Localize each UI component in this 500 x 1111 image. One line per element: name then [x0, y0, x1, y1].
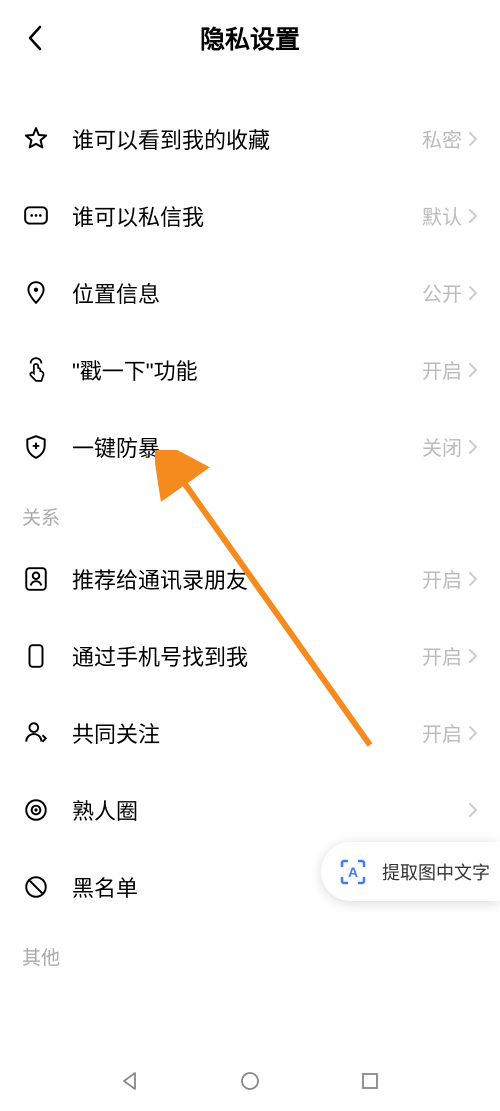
setting-label: 一键防暴	[72, 431, 422, 463]
chevron-right-icon	[468, 725, 478, 741]
setting-location[interactable]: 位置信息 公开	[0, 254, 500, 331]
star-icon	[22, 125, 50, 153]
chevron-right-icon	[468, 648, 478, 664]
svg-text:A: A	[347, 864, 357, 880]
chevron-right-icon	[468, 285, 478, 301]
setting-label: 通过手机号找到我	[72, 640, 422, 672]
section-other: 其他	[0, 925, 500, 980]
setting-label: 共同关注	[72, 717, 422, 749]
setting-label: "戳一下"功能	[72, 354, 422, 386]
chevron-right-icon	[468, 571, 478, 587]
phone-icon	[22, 642, 50, 670]
setting-value: 开启	[422, 641, 462, 670]
setting-favorites-visibility[interactable]: 谁可以看到我的收藏 私密	[0, 100, 500, 177]
setting-label: 推荐给通讯录朋友	[72, 563, 422, 595]
section-relations: 关系	[0, 485, 500, 540]
contact-icon	[22, 565, 50, 593]
back-icon	[27, 25, 43, 51]
nav-home-button[interactable]	[235, 1066, 265, 1096]
location-icon	[22, 279, 50, 307]
setting-value: 开启	[422, 564, 462, 593]
nav-back-button[interactable]	[115, 1066, 145, 1096]
tap-icon	[22, 356, 50, 384]
chevron-right-icon	[468, 439, 478, 455]
setting-anti-harassment[interactable]: 一键防暴 关闭	[0, 408, 500, 485]
setting-recommend-contacts[interactable]: 推荐给通讯录朋友 开启	[0, 540, 500, 617]
setting-value: 默认	[422, 201, 462, 230]
setting-value: 私密	[422, 124, 462, 153]
page-title: 隐私设置	[200, 20, 300, 56]
setting-value: 开启	[422, 355, 462, 384]
setting-dm-permission[interactable]: 谁可以私信我 默认	[0, 177, 500, 254]
triangle-back-icon	[119, 1070, 141, 1092]
extract-text-label: 提取图中文字	[382, 859, 490, 885]
block-icon	[22, 873, 50, 901]
system-nav-bar	[0, 1051, 500, 1111]
setting-tap-feature[interactable]: "戳一下"功能 开启	[0, 331, 500, 408]
back-button[interactable]	[20, 23, 50, 53]
chevron-right-icon	[468, 362, 478, 378]
extract-text-button[interactable]: A 提取图中文字	[321, 842, 500, 901]
square-recents-icon	[360, 1071, 380, 1091]
setting-mutual-follow[interactable]: 共同关注 开启	[0, 694, 500, 771]
setting-label: 位置信息	[72, 277, 422, 309]
setting-value: 关闭	[422, 432, 462, 461]
shield-icon	[22, 433, 50, 461]
setting-acquaintance-circle[interactable]: 熟人圈	[0, 771, 500, 848]
setting-value: 公开	[422, 278, 462, 307]
header: 隐私设置	[0, 0, 500, 75]
message-icon	[22, 202, 50, 230]
circle-home-icon	[239, 1070, 261, 1092]
nav-recents-button[interactable]	[355, 1066, 385, 1096]
setting-label: 熟人圈	[72, 794, 462, 826]
chevron-right-icon	[468, 131, 478, 147]
setting-value: 开启	[422, 718, 462, 747]
mutual-icon	[22, 719, 50, 747]
setting-find-by-phone[interactable]: 通过手机号找到我 开启	[0, 617, 500, 694]
setting-label: 谁可以看到我的收藏	[72, 123, 422, 155]
ocr-icon: A	[335, 854, 370, 889]
chevron-right-icon	[468, 208, 478, 224]
chevron-right-icon	[468, 802, 478, 818]
setting-label: 谁可以私信我	[72, 200, 422, 232]
circle-icon	[22, 796, 50, 824]
